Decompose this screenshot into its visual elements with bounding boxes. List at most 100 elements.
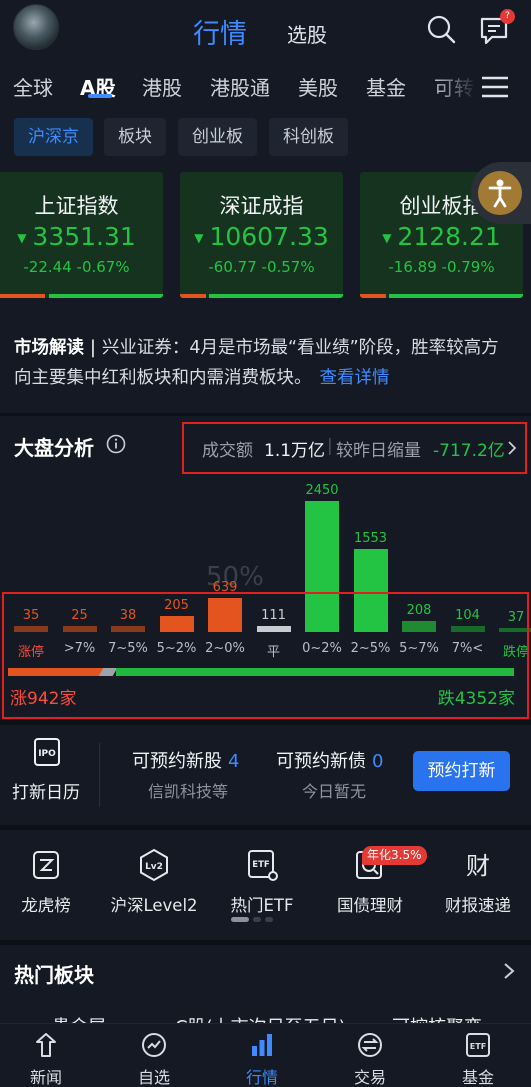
index-value: 2128.21 [397,222,501,251]
turnover-summary[interactable]: 成交额 1.1万亿 | 较昨日缩量 -717.2亿 [182,422,527,474]
tools-carousel-dots [231,917,277,936]
subtab-gem[interactable]: 创业板 [178,118,257,156]
info-icon[interactable] [106,434,126,454]
bar-value-label: 2450 [305,483,339,498]
new-stock-count: 4 [228,751,240,772]
index-value: 10607.33 [209,222,329,251]
accessibility-icon [488,179,512,208]
new-bond-sub: 今日暂无 [302,782,367,801]
hot-sectors: 热门板块 贵金属 C股(上市次日至五日) 可控核聚变 [0,945,531,1038]
index-name: 上证指数 [34,194,119,218]
svg-text:ETF: ETF [252,860,270,870]
top-bar: 行情 选股 [0,0,531,62]
section-title: 大盘分析 [14,436,94,460]
yield-badge: 年化3.5% [362,846,427,865]
sub-tabs: 沪深京 板块 创业板 科创板 [0,106,531,160]
turnover-value: 1.1万亿 [264,441,326,461]
down-arrow-icon: ▼ [382,231,392,245]
tab-hk[interactable]: 港股 [142,72,182,101]
svg-text:IPO: IPO [38,749,56,759]
watchlist-icon [142,1033,166,1057]
up-proportion-bar [8,668,104,676]
dragon-tiger-icon [33,851,59,879]
nav-watchlist[interactable]: 自选 [114,1032,194,1087]
commentary-tag: 市场解读 [14,338,84,358]
tab-us[interactable]: 美股 [298,72,338,101]
accessibility-float-button[interactable] [471,162,531,224]
svg-text:ETF: ETF [470,1042,486,1051]
finance-report-icon: 财 [466,852,490,880]
stock-picker-tab[interactable]: 选股 [287,19,327,48]
avatar[interactable] [13,4,59,50]
down-ratio-bar [389,294,523,298]
page-title[interactable]: 行情 [193,12,247,51]
tab-global[interactable]: 全球 [13,72,53,101]
up-count: 涨942家 [10,689,77,709]
chevron-right-icon [508,441,517,455]
compare-label: 较昨日缩量 [336,441,421,461]
nav-market[interactable]: 行情 [222,1032,302,1087]
tool-finance-report[interactable]: 财 财报速递 [428,848,528,916]
view-details-link[interactable]: 查看详情 [320,368,390,388]
subtab-shsz[interactable]: 沪深京 [14,118,93,156]
index-pct: -0.79% [441,258,495,276]
tool-hot-etf[interactable]: ETF 热门ETF [212,848,312,916]
chevron-right-icon[interactable] [502,961,516,981]
down-count: 跌4352家 [437,689,515,709]
nav-fund[interactable]: ETF 基金 [438,1032,518,1087]
level2-icon: Lv2 [140,848,168,882]
menu-icon[interactable] [481,76,509,98]
index-name: 深证成指 [219,194,304,218]
market-bars-icon [252,1034,272,1056]
market-commentary[interactable]: 市场解读 | 兴业证券：4月是市场最“看业绩”阶段，胜率较高方向主要集中红利板块和内… [0,325,531,413]
subtab-star[interactable]: 科创板 [269,118,348,156]
new-stock-sub: 信凯科技等 [148,782,229,801]
ipo-panel: IPO 打新日历 可预约新股 4 信凯科技等 可预约新债 0 今日暂无 预约打新 [0,725,531,825]
bar-value-label: 1553 [353,531,388,546]
tab-hk-connect[interactable]: 港股通 [210,72,270,101]
tool-dragon-tiger[interactable]: 龙虎榜 [0,848,96,916]
up-ratio-bar [360,294,387,298]
nav-trade[interactable]: 交易 [330,1032,410,1087]
tab-fund[interactable]: 基金 [366,72,406,101]
new-bond-count: 0 [372,751,384,772]
up-ratio-bar [0,294,46,298]
index-cards: 上证指数 ▼ 3351.31 -22.44 -0.67% 深证成指 ▼ 10607.… [0,160,531,474]
news-icon [36,1033,56,1057]
message-badge: ? [500,9,515,24]
tool-level2[interactable]: Lv2 沪深Level2 [104,848,204,916]
down-ratio-bar [209,294,343,298]
trade-icon [358,1033,382,1057]
active-tab-indicator [88,94,112,98]
subscribe-ipo-button[interactable]: 预约打新 [413,751,510,791]
down-arrow-icon: ▼ [17,231,27,245]
index-card-sz[interactable]: 深证成指 ▼ 10607.33 -60.77 -0.57% [180,172,343,298]
svg-text:财: 财 [466,852,490,880]
ipo-calendar-icon[interactable]: IPO [32,737,62,767]
index-value: 3351.31 [32,222,136,251]
down-arrow-icon: ▼ [194,231,204,245]
hot-sectors-title: 热门板块 [14,963,94,987]
search-icon[interactable] [426,14,456,44]
etf-icon: ETF [248,850,278,881]
index-change: -60.77 [208,258,257,276]
ipo-calendar-label[interactable]: 打新日历 [12,778,80,803]
new-stocks[interactable]: 可预约新股 4 [132,747,239,773]
bottom-nav: 新闻 自选 行情 交易 ETF 基金 [0,1023,531,1087]
svg-text:Lv2: Lv2 [145,862,163,872]
commentary-text: 兴业证券：4月是市场最“看业绩”阶段，胜率较高方向主要集中红利板块和内需消费板块… [14,338,499,388]
new-bonds[interactable]: 可预约新债 0 [276,747,383,773]
subtab-sector[interactable]: 板块 [104,118,166,156]
turnover-label: 成交额 [202,441,253,461]
nav-news[interactable]: 新闻 [6,1032,86,1087]
compare-value: -717.2亿 [433,441,505,461]
index-change: -22.44 [23,258,72,276]
fund-etf-icon: ETF [466,1033,490,1057]
up-ratio-bar [180,294,207,298]
market-analysis: 大盘分析 成交额 1.1万亿 | 较昨日缩量 -717.2亿 50% 35 涨停 2… [0,416,531,720]
tabs-fade [430,64,478,104]
index-pct: -0.57% [261,258,315,276]
down-proportion-bar [116,668,514,676]
index-change: -16.89 [388,258,437,276]
index-card-sh[interactable]: 上证指数 ▼ 3351.31 -22.44 -0.67% [0,172,163,298]
